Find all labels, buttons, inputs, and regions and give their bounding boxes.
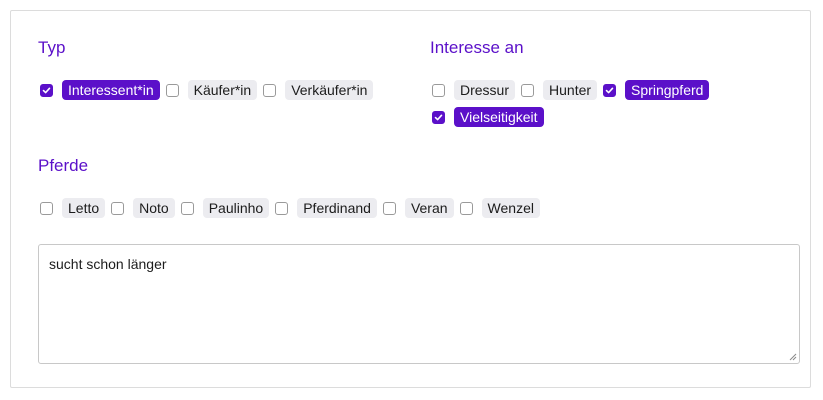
option-label[interactable]: Pferdinand <box>297 198 377 218</box>
option-label[interactable]: Noto <box>133 198 175 218</box>
option-veran[interactable]: Veran <box>382 198 454 218</box>
notes-textarea[interactable]: sucht schon länger <box>38 244 800 364</box>
interesse-options: Dressur Hunter Springpferd Vielseitigkeit <box>432 80 762 127</box>
checkbox-vielseitigkeit[interactable] <box>432 110 445 124</box>
checkbox-springpferd[interactable] <box>603 83 617 97</box>
resize-handle-icon[interactable] <box>789 353 797 361</box>
option-label[interactable]: Hunter <box>543 80 598 100</box>
option-label[interactable]: Vielseitigkeit <box>454 107 544 127</box>
option-interessent-in[interactable]: Interessent*in <box>40 80 160 100</box>
option-verkäufer-in[interactable]: Verkäufer*in <box>263 80 374 100</box>
checkbox-pferdinand[interactable] <box>275 201 289 215</box>
option-label[interactable]: Interessent*in <box>62 80 160 100</box>
checkbox-dressur[interactable] <box>432 83 445 97</box>
typ-title: Typ <box>38 38 66 57</box>
option-springpferd[interactable]: Springpferd <box>603 80 710 100</box>
pferde-options: Letto Noto Paulinho Pferdinand Veran Wenzel <box>40 198 780 218</box>
option-label[interactable]: Springpferd <box>625 80 710 100</box>
checkbox-noto[interactable] <box>111 201 125 215</box>
option-dressur[interactable]: Dressur <box>432 80 516 100</box>
notes-text: sucht schon länger <box>49 256 167 272</box>
option-wenzel[interactable]: Wenzel <box>459 198 540 218</box>
checkbox-hunter[interactable] <box>521 83 535 97</box>
option-label[interactable]: Verkäufer*in <box>285 80 374 100</box>
option-label[interactable]: Letto <box>62 198 106 218</box>
contact-form-card: Typ Interessent*in Käufer*in Verkäufer*in … <box>10 10 811 388</box>
option-noto[interactable]: Noto <box>111 198 175 218</box>
option-letto[interactable]: Letto <box>40 198 106 218</box>
checkbox-wenzel[interactable] <box>459 201 473 215</box>
checkmark-icon <box>434 114 443 120</box>
interesse-title: Interesse an <box>430 38 524 57</box>
checkbox-paulinho[interactable] <box>180 201 194 215</box>
option-hunter[interactable]: Hunter <box>521 80 598 100</box>
checkbox-veran[interactable] <box>382 201 396 215</box>
checkbox-käufer-in[interactable] <box>165 83 179 97</box>
pferde-title: Pferde <box>38 156 89 175</box>
typ-options: Interessent*in Käufer*in Verkäufer*in <box>40 80 410 100</box>
checkbox-interessent-in[interactable] <box>40 83 53 97</box>
checkmark-icon <box>605 87 614 93</box>
option-label[interactable]: Käufer*in <box>187 80 258 100</box>
option-label[interactable]: Wenzel <box>481 198 540 218</box>
option-label[interactable]: Veran <box>404 198 454 218</box>
checkbox-verkäufer-in[interactable] <box>263 83 277 97</box>
option-paulinho[interactable]: Paulinho <box>180 198 270 218</box>
checkmark-icon <box>42 87 51 93</box>
checkbox-letto[interactable] <box>40 201 53 215</box>
option-käufer-in[interactable]: Käufer*in <box>165 80 258 100</box>
option-vielseitigkeit[interactable]: Vielseitigkeit <box>432 107 544 127</box>
option-pferdinand[interactable]: Pferdinand <box>275 198 377 218</box>
option-label[interactable]: Paulinho <box>202 198 270 218</box>
option-label[interactable]: Dressur <box>454 80 516 100</box>
